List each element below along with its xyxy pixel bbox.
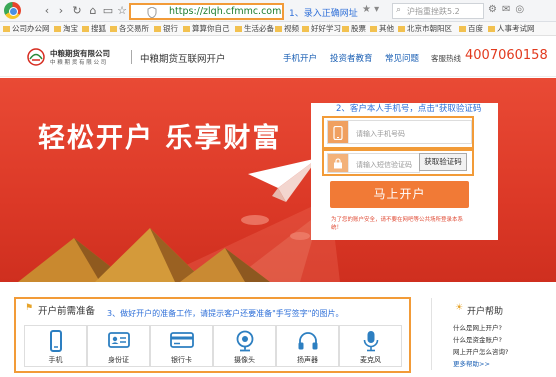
help-more-link[interactable]: 更多帮助>> bbox=[453, 358, 490, 368]
security-shield-icon bbox=[147, 7, 157, 18]
company-subtitle: 中 粮 期 货 有 限 公 司 bbox=[50, 60, 107, 66]
bookmarks-bar: 公司办公网 淘宝 搜狐 各交易所 银行 算算你自己 生活必备 视频 好好学习 股… bbox=[0, 22, 556, 36]
webcam-icon bbox=[236, 330, 254, 352]
url-text: https://zlqh.cfmmc.com bbox=[169, 6, 282, 17]
toolbar-right-icons[interactable]: ⚙✉◎ bbox=[488, 4, 529, 15]
headphones-icon bbox=[298, 332, 318, 350]
help-title: 开户帮助 bbox=[467, 307, 504, 317]
help-divider bbox=[431, 298, 432, 370]
mobile-phone-icon bbox=[50, 330, 62, 352]
help-link-fund-account[interactable]: 什么是资金账户? bbox=[453, 334, 502, 344]
nav-faq[interactable]: 常见问题 bbox=[385, 52, 419, 64]
bookmark-item[interactable]: 视频 bbox=[275, 23, 299, 34]
prep-item-label: 银行卡 bbox=[171, 356, 192, 364]
bookmark-item[interactable]: 淘宝 bbox=[54, 23, 78, 34]
browser-search-box[interactable]: ⌕ 沪指重挫跌5.2 bbox=[392, 3, 484, 19]
lightbulb-icon: ☀ bbox=[455, 303, 464, 313]
site-header: 中粮期货有限公司 中 粮 期 货 有 限 公 司 中粮期货互联网开户 手机开户 … bbox=[0, 37, 556, 77]
bookmark-item[interactable]: 股票 bbox=[342, 23, 366, 34]
prep-item-speaker: 扬声器 bbox=[276, 325, 339, 367]
microphone-icon bbox=[363, 331, 379, 352]
bank-card-icon bbox=[170, 332, 194, 348]
banner-slogan: 轻松开户 乐享财富 bbox=[38, 123, 282, 154]
get-code-button[interactable]: 获取验证码 bbox=[419, 153, 467, 171]
search-placeholder: 沪指重挫跌5.2 bbox=[407, 7, 460, 16]
toolbar-icons[interactable]: ★ ▾ bbox=[362, 4, 379, 15]
prep-item-label: 麦克风 bbox=[360, 356, 381, 364]
prep-item-label: 摄像头 bbox=[234, 356, 255, 364]
security-note: 为了您的账户安全，请不要在网吧等公共场所登录本系统！ bbox=[331, 217, 464, 231]
highlight-phone-field bbox=[322, 116, 474, 149]
prep-item-label: 身份证 bbox=[108, 356, 129, 364]
prep-item-camera: 摄像头 bbox=[213, 325, 276, 367]
help-link-consult[interactable]: 网上开户怎么咨询? bbox=[453, 346, 508, 356]
bookmark-item[interactable]: 其他 bbox=[370, 23, 394, 34]
open-account-button[interactable]: 马上开户 bbox=[330, 181, 469, 208]
prep-item-phone: 手机 bbox=[24, 325, 87, 367]
annotation-step1: 1、录入正确网址 bbox=[289, 9, 358, 19]
bookmark-item[interactable]: 北京市朝阳区 bbox=[398, 23, 452, 34]
home-icon[interactable]: ⌂ bbox=[86, 4, 100, 18]
prep-item-label: 手机 bbox=[48, 356, 63, 364]
bookmark-item[interactable]: 百度 bbox=[459, 23, 483, 34]
nav-investor-education[interactable]: 投资者教育 bbox=[330, 52, 373, 64]
bookmark-item[interactable]: 各交易所 bbox=[110, 23, 149, 34]
hotline-number: 4007060158 bbox=[465, 48, 548, 63]
logo-divider bbox=[131, 50, 132, 64]
browser-toolbar: ‹ › ↻ ⌂ ▭ ☆ https://zlqh.cfmmc.com 1、录入正… bbox=[0, 0, 556, 22]
prep-item-microphone: 麦克风 bbox=[339, 325, 402, 367]
bookmark-item[interactable]: 搜狐 bbox=[82, 23, 106, 34]
prep-item-id-card: 身份证 bbox=[87, 325, 150, 367]
id-card-icon bbox=[108, 332, 130, 348]
flag-icon: ⚑ bbox=[25, 303, 34, 313]
annotation-step2: 2、客户本人手机号，点击"获取验证码 bbox=[336, 104, 482, 114]
bookmark-item[interactable]: 人事考试网 bbox=[488, 23, 535, 34]
star-icon[interactable]: ☆ bbox=[115, 4, 129, 18]
page: ‹ › ↻ ⌂ ▭ ☆ https://zlqh.cfmmc.com 1、录入正… bbox=[0, 0, 556, 377]
bookmark-item[interactable]: 算算你自己 bbox=[183, 23, 230, 34]
search-icon: ⌕ bbox=[396, 5, 402, 15]
bookmark-item[interactable]: 生活必备 bbox=[235, 23, 274, 34]
reload-icon[interactable]: ↻ bbox=[70, 4, 84, 18]
company-logo-icon bbox=[27, 48, 45, 66]
forward-icon[interactable]: › bbox=[54, 4, 68, 18]
help-link-online-open[interactable]: 什么是网上开户? bbox=[453, 322, 502, 332]
browser-logo-icon bbox=[4, 2, 21, 19]
address-bar[interactable]: https://zlqh.cfmmc.com bbox=[129, 3, 284, 20]
site-title: 中粮期货互联网开户 bbox=[140, 54, 226, 65]
annotation-step3: 3、做好开户的准备工作，请提示客户还要准备"手写签字"的图片。 bbox=[107, 309, 344, 318]
bookmark-item[interactable]: 公司办公网 bbox=[3, 23, 50, 34]
hotline-label: 客服热线 bbox=[431, 54, 461, 63]
bookmark-item[interactable]: 好好学习 bbox=[302, 23, 341, 34]
back-icon[interactable]: ‹ bbox=[40, 4, 54, 18]
preparation-title: 开户前需准备 bbox=[38, 306, 96, 317]
prep-item-label: 扬声器 bbox=[297, 356, 318, 364]
nav-mobile-open[interactable]: 手机开户 bbox=[283, 52, 317, 64]
prep-item-bank-card: 银行卡 bbox=[150, 325, 213, 367]
page-icon[interactable]: ▭ bbox=[101, 4, 115, 18]
bookmark-item[interactable]: 银行 bbox=[154, 23, 178, 34]
